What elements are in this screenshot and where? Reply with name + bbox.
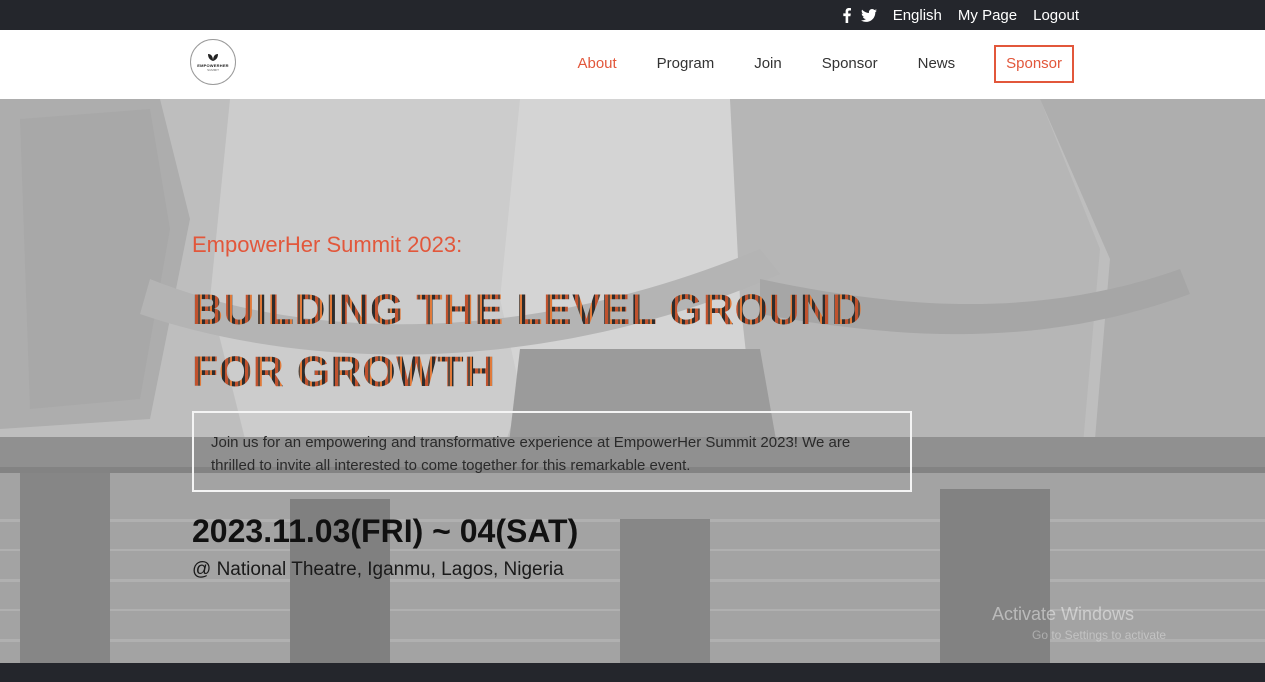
nav-news[interactable]: News xyxy=(918,45,956,83)
hero-headline: BUILDING THE LEVEL GROUND FOR GROWTH xyxy=(192,279,912,403)
facebook-icon[interactable] xyxy=(843,7,851,23)
headline-line-1: BUILDING THE LEVEL GROUND xyxy=(192,286,864,334)
nav-program[interactable]: Program xyxy=(657,45,715,83)
site-header: EMPOWERHER SUMMIT About Program Join Spo… xyxy=(0,30,1265,99)
windows-watermark: Activate Windows xyxy=(992,604,1135,624)
my-page-link[interactable]: My Page xyxy=(958,7,1017,24)
footer-strip xyxy=(0,663,1265,682)
nav-about[interactable]: About xyxy=(577,45,616,83)
logo-subtext: SUMMIT xyxy=(207,68,219,72)
nav-join[interactable]: Join xyxy=(754,45,782,83)
sponsor-cta-button[interactable]: Sponsor xyxy=(994,45,1074,83)
event-venue: @ National Theatre, Iganmu, Lagos, Niger… xyxy=(192,559,564,580)
social-links xyxy=(843,7,877,23)
leaf-icon xyxy=(208,54,218,61)
utility-links: English My Page Logout xyxy=(843,0,1079,30)
event-eyebrow: EmpowerHer Summit 2023: xyxy=(192,232,463,257)
intro-box: Join us for an empowering and transforma… xyxy=(192,411,912,492)
hero-section: EmpowerHer Summit 2023: BUILDING THE LEV… xyxy=(0,99,1265,663)
main-nav: About Program Join Sponsor News Sponsor xyxy=(537,45,1074,83)
language-link[interactable]: English xyxy=(893,7,942,24)
headline-line-2: FOR GROWTH xyxy=(192,348,496,396)
site-logo[interactable]: EMPOWERHER SUMMIT xyxy=(190,39,236,85)
twitter-icon[interactable] xyxy=(860,8,877,22)
windows-watermark-sub: Go to Settings to activate xyxy=(1032,628,1167,642)
top-utility-bar: English My Page Logout xyxy=(0,0,1265,30)
intro-text: Join us for an empowering and transforma… xyxy=(211,434,851,474)
nav-sponsor[interactable]: Sponsor xyxy=(822,45,878,83)
event-date: 2023.11.03(FRI) ~ 04(SAT) xyxy=(192,513,579,549)
logout-link[interactable]: Logout xyxy=(1033,7,1079,24)
